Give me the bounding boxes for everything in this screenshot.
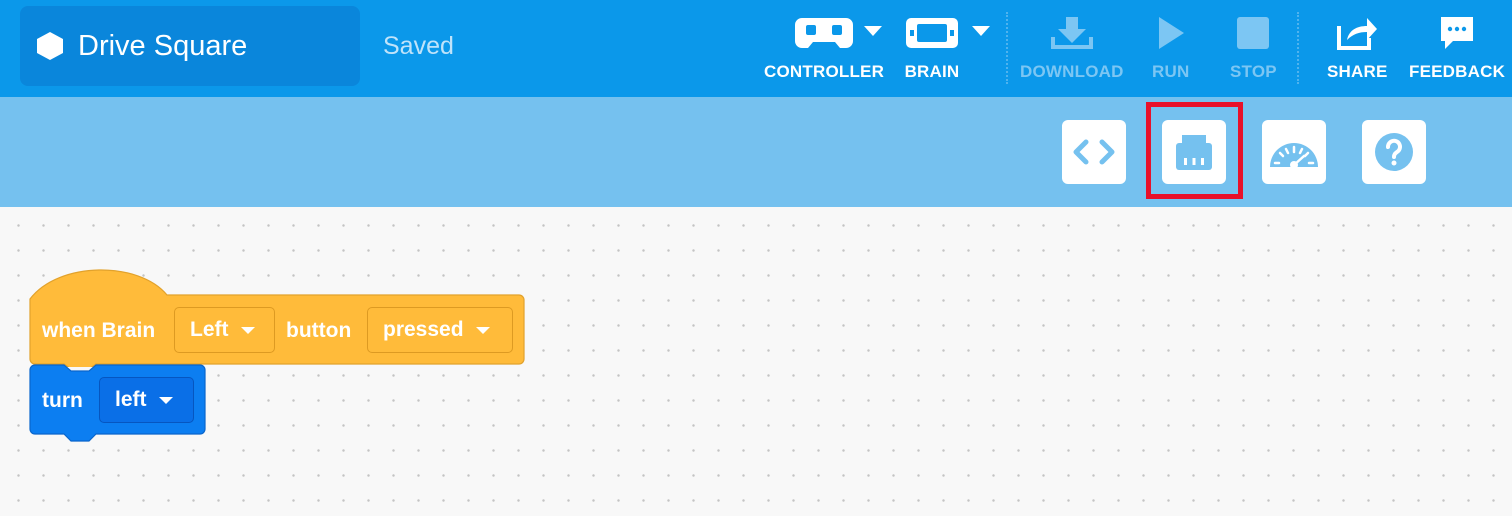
caret-down-icon [240,326,255,334]
highlight-box [1146,102,1243,199]
action-dropdown-value: pressed [383,318,464,341]
download-label: DOWNLOAD [1020,62,1124,81]
stop-label: STOP [1230,62,1277,81]
project-name-box[interactable]: Drive Square [20,6,360,86]
action-dropdown[interactable]: pressed [367,307,513,353]
caret-down-icon [475,326,490,334]
turn-direction-value: left [115,388,147,411]
play-icon [1156,12,1186,54]
button-dropdown[interactable]: Left [174,307,275,353]
controller-chevron-down-icon[interactable] [864,26,882,36]
event-block-prefix: when Brain [42,319,156,342]
gamepad-icon [794,12,854,54]
caret-down-icon [158,396,173,404]
controller-label: CONTROLLER [764,62,885,81]
save-status: Saved [383,32,454,60]
dashboard-icon [1270,143,1318,169]
controller-button[interactable]: CONTROLLER [764,12,884,87]
stop-button[interactable]: STOP [1230,12,1277,87]
code-view-button[interactable] [1062,120,1126,184]
top-toolbar: Drive Square Saved CONTROLLER BRAIN DOWN… [0,0,1512,97]
run-label: RUN [1152,62,1190,81]
turn-direction-dropdown[interactable]: left [99,377,194,423]
help-icon [1375,133,1413,171]
sub-toolbar [0,97,1512,207]
button-dropdown-value: Left [190,318,229,341]
share-button[interactable]: SHARE [1327,12,1388,87]
run-button[interactable]: RUN [1152,12,1189,87]
feedback-label: FEEDBACK [1409,62,1506,81]
project-title: Drive Square [78,29,248,62]
stop-icon [1236,12,1270,54]
share-icon [1335,12,1379,54]
download-icon [1050,12,1094,54]
code-canvas[interactable]: when Brain Left button pressed turn left [0,207,1512,516]
dashboard-button[interactable] [1262,120,1326,184]
toolbar-divider-2 [1297,12,1299,84]
brain-label: BRAIN [904,62,960,81]
turn-block-label: turn [42,389,83,412]
download-button[interactable]: DOWNLOAD [1020,12,1124,87]
brain-device-icon [904,12,960,54]
hexagon-icon [37,32,63,60]
help-button[interactable] [1362,120,1426,184]
toolbar-divider [1006,12,1008,84]
code-view-icon [1073,139,1115,165]
feedback-button[interactable]: FEEDBACK [1409,12,1505,87]
share-label: SHARE [1327,62,1388,81]
brain-chevron-down-icon[interactable] [972,26,990,36]
chat-bubble-icon [1438,12,1476,54]
event-block-middle: button [286,319,352,342]
brain-button[interactable]: BRAIN [904,12,960,87]
